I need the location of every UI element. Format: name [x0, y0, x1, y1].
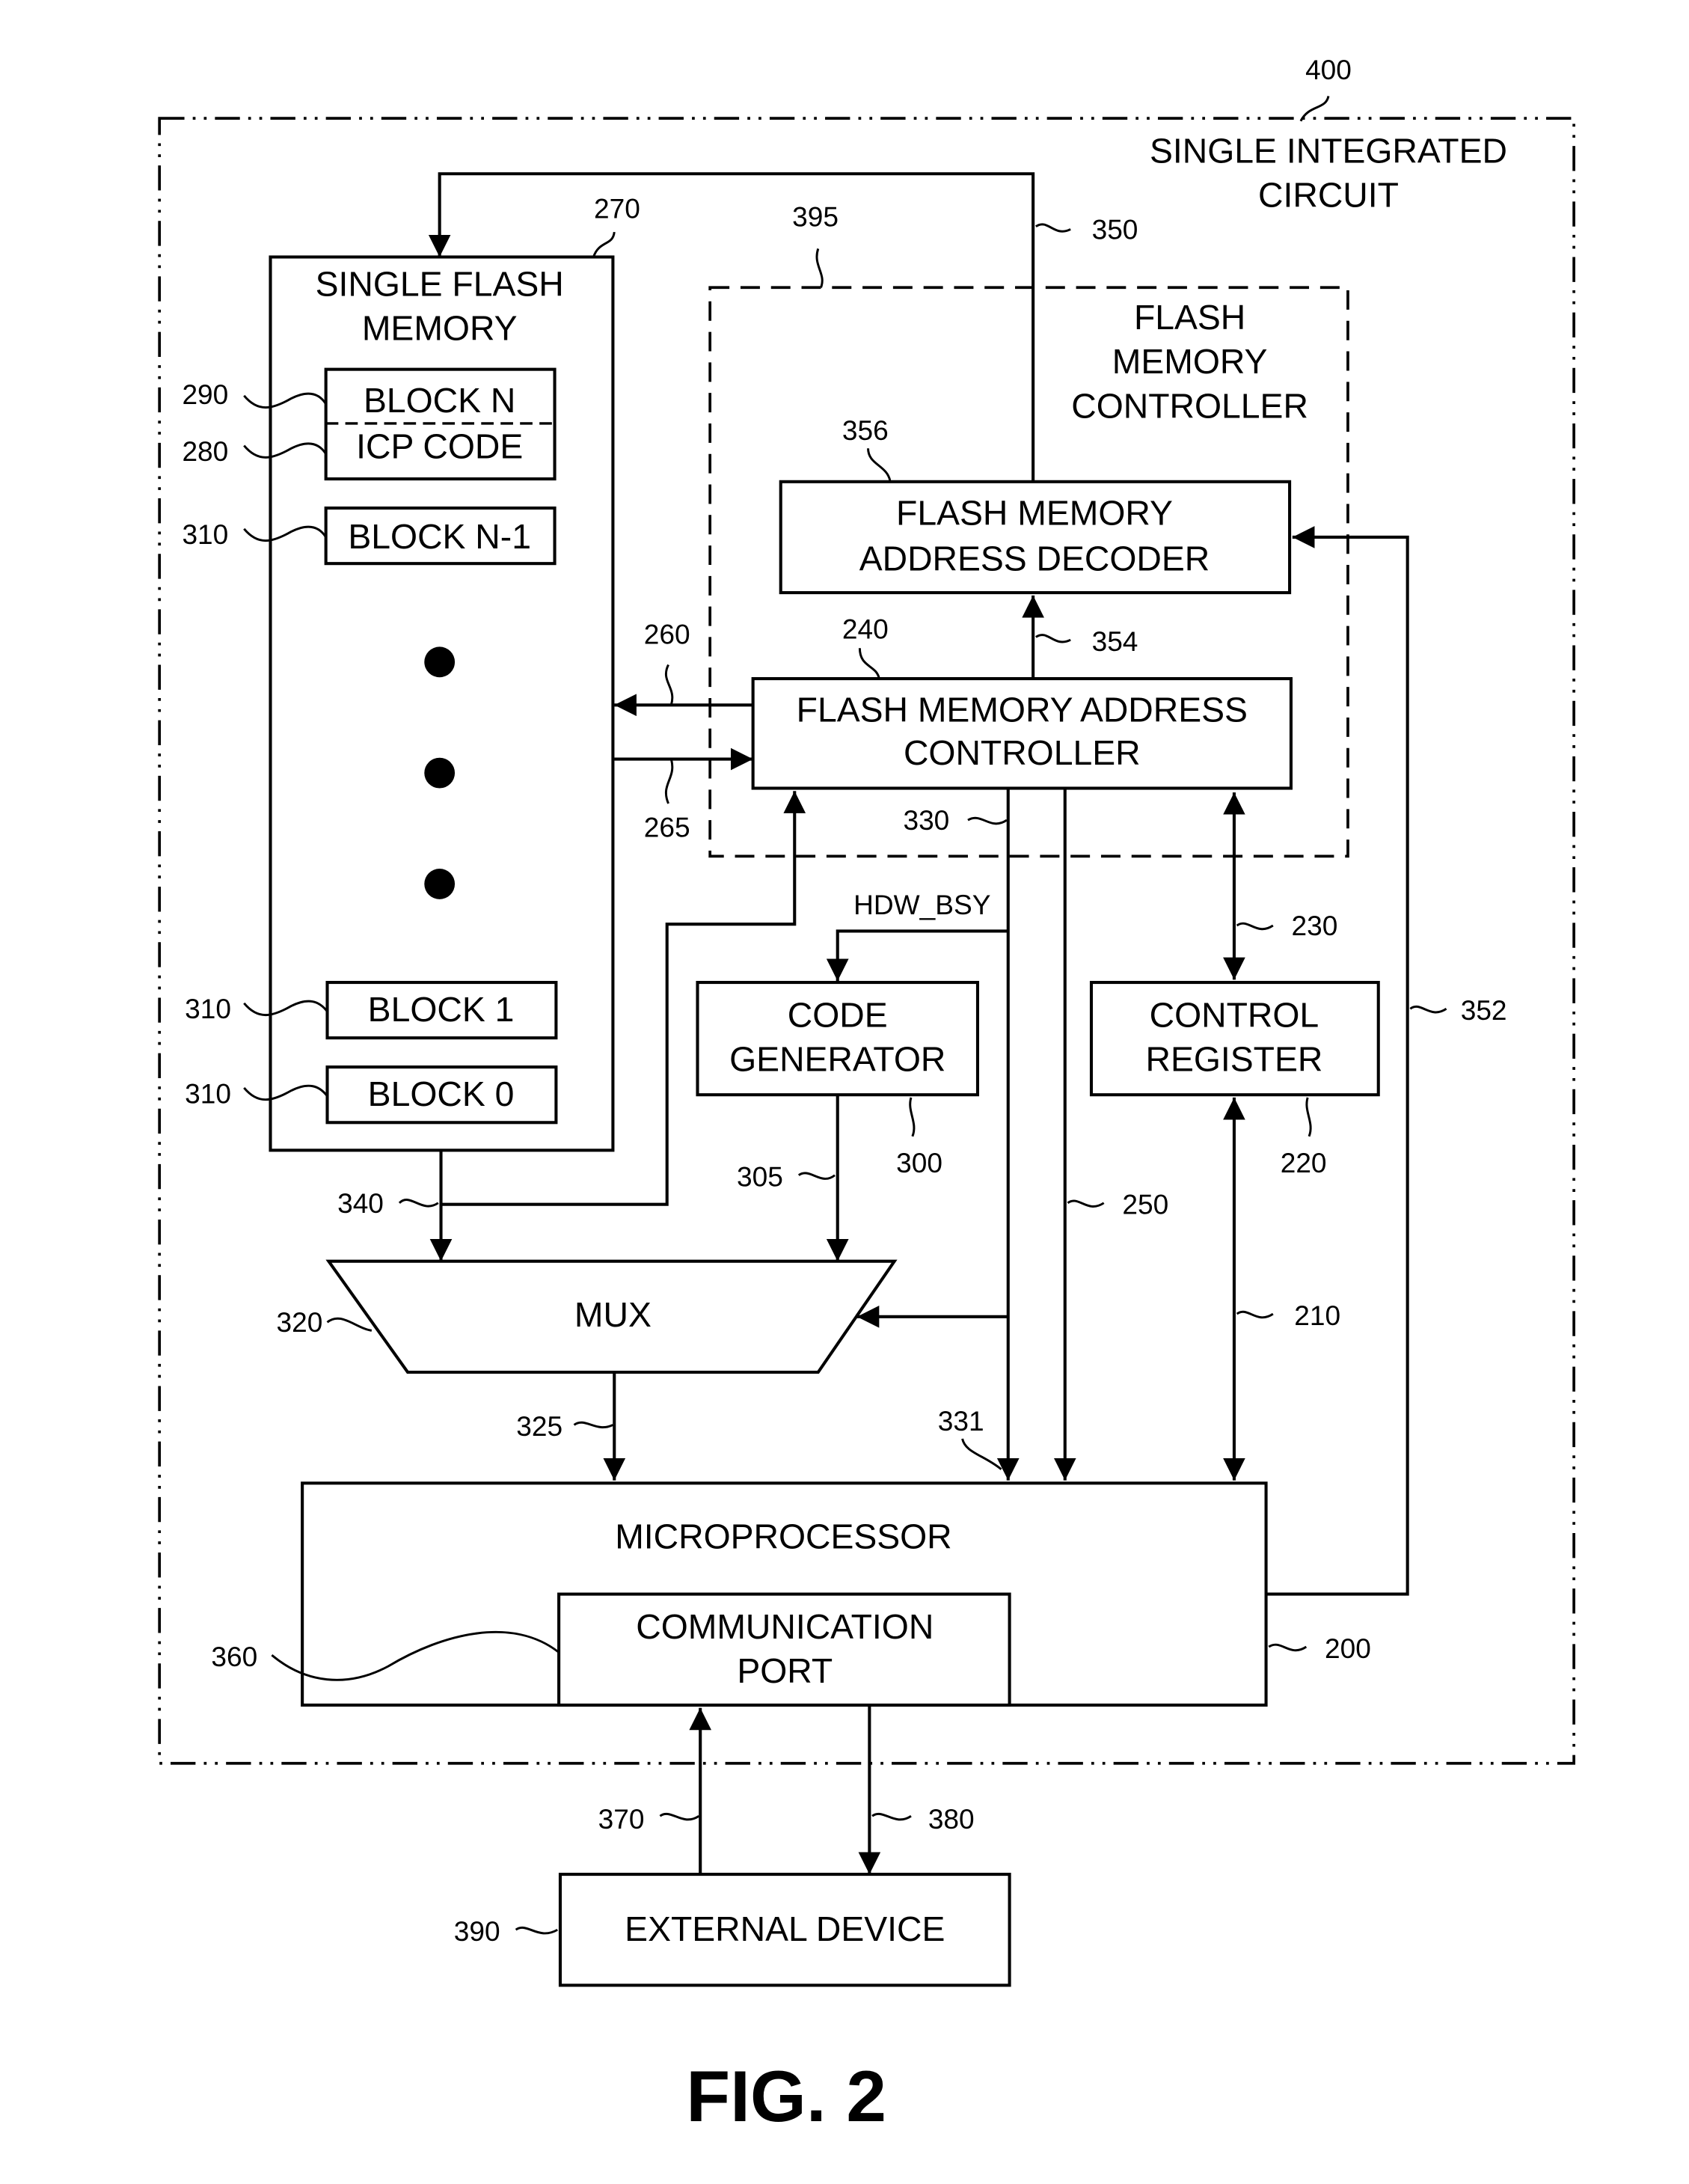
- leader-395: [815, 248, 824, 288]
- ref-390: 390: [454, 1915, 500, 1947]
- ref-200: 200: [1325, 1633, 1371, 1664]
- ref-350: 350: [1092, 213, 1138, 245]
- ic-title-line2: CIRCUIT: [1258, 176, 1399, 215]
- leader-230: [1236, 922, 1274, 931]
- ref-310-b: 310: [185, 993, 231, 1024]
- hdw-bsy-label: HDW_BSY: [853, 889, 990, 920]
- block-n-label: BLOCK N: [364, 381, 515, 420]
- ellipsis-dot-2: [424, 757, 456, 789]
- ref-370: 370: [598, 1803, 645, 1835]
- ic-title-line1: SINGLE INTEGRATED: [1150, 131, 1507, 170]
- leader-356: [867, 448, 892, 483]
- figure-caption: FIG. 2: [686, 2057, 886, 2137]
- icp-code-label: ICP CODE: [356, 426, 523, 465]
- ref-360: 360: [211, 1641, 257, 1672]
- block-0-label: BLOCK 0: [368, 1074, 515, 1113]
- ref-395: 395: [792, 201, 839, 233]
- ellipsis-dot-3: [424, 869, 456, 899]
- ref-290: 290: [182, 379, 228, 410]
- microprocessor-label: MICROPROCESSOR: [615, 1517, 951, 1556]
- leader-352: [1409, 1006, 1447, 1014]
- patent-figure: 400 SINGLE INTEGRATED CIRCUIT 395 FLASH …: [158, 54, 1575, 2137]
- ref-305: 305: [737, 1161, 783, 1193]
- decoder-label-line1: FLASH MEMORY: [896, 493, 1173, 532]
- flash-memory-title-line1: SINGLE FLASH: [316, 264, 564, 303]
- leader-250: [1067, 1199, 1105, 1208]
- decoder-label-line2: ADDRESS DECODER: [859, 539, 1210, 578]
- ref-230: 230: [1292, 910, 1338, 941]
- leader-300: [909, 1097, 916, 1137]
- leader-340: [398, 1199, 439, 1208]
- ref-240: 240: [842, 613, 889, 644]
- block-1-label: BLOCK 1: [368, 990, 515, 1029]
- leader-390: [515, 1926, 558, 1935]
- ref-320: 320: [277, 1306, 323, 1338]
- block-n-minus-1-label: BLOCK N-1: [348, 517, 531, 556]
- ref-310-c: 310: [185, 1077, 231, 1109]
- leader-350: [1035, 223, 1071, 233]
- ref-220: 220: [1281, 1147, 1327, 1178]
- code-generator-line1: CODE: [788, 995, 888, 1034]
- controller-label-line1: FLASH MEMORY ADDRESS: [797, 691, 1248, 729]
- leader-260: [664, 664, 674, 706]
- ref-250: 250: [1122, 1189, 1168, 1220]
- leader-331: [961, 1438, 1002, 1470]
- fmc-title-line2: MEMORY: [1112, 342, 1268, 381]
- ref-280: 280: [182, 435, 228, 467]
- ref-310-a: 310: [182, 519, 228, 550]
- fmc-title-line3: CONTROLLER: [1071, 387, 1308, 426]
- ref-210: 210: [1294, 1300, 1340, 1331]
- ref-380: 380: [928, 1803, 975, 1835]
- leader-325: [573, 1421, 614, 1429]
- leader-240: [858, 648, 880, 679]
- fmc-title-line1: FLASH: [1134, 298, 1245, 337]
- ellipsis-dot-1: [424, 646, 456, 678]
- leader-265: [664, 759, 674, 804]
- leader-210: [1236, 1310, 1274, 1319]
- ref-356: 356: [842, 415, 889, 446]
- leader-305: [797, 1172, 836, 1180]
- leader-320: [326, 1317, 373, 1332]
- ref-260: 260: [644, 619, 690, 650]
- external-device-label: EXTERNAL DEVICE: [625, 1909, 945, 1948]
- leader-220: [1305, 1097, 1312, 1137]
- mux-label: MUX: [574, 1295, 652, 1334]
- leader-200: [1268, 1643, 1308, 1652]
- leader-354: [1035, 634, 1071, 643]
- ref-331: 331: [938, 1405, 984, 1437]
- ref-340: 340: [337, 1187, 384, 1219]
- control-register-line2: REGISTER: [1146, 1040, 1323, 1079]
- ref-325: 325: [516, 1410, 563, 1442]
- code-generator-line2: GENERATOR: [729, 1040, 945, 1079]
- leader-270: [592, 231, 616, 258]
- leader-330: [967, 816, 1008, 825]
- ref-270: 270: [594, 193, 640, 224]
- comm-port-line2: PORT: [737, 1651, 833, 1690]
- ref-352: 352: [1461, 994, 1507, 1026]
- controller-label-line2: CONTROLLER: [904, 733, 1141, 772]
- ref-400: 400: [1305, 54, 1352, 85]
- ref-354: 354: [1092, 625, 1138, 657]
- flash-memory-title-line2: MEMORY: [362, 309, 518, 348]
- leader-370: [659, 1812, 700, 1821]
- ref-330: 330: [903, 804, 949, 836]
- comm-port-line1: COMMUNICATION: [636, 1607, 934, 1646]
- ref-300: 300: [896, 1147, 942, 1178]
- ref-265: 265: [644, 811, 690, 842]
- leader-380: [871, 1812, 912, 1821]
- hdw-bsy-line: [826, 929, 1008, 982]
- control-register-line1: CONTROL: [1150, 995, 1319, 1034]
